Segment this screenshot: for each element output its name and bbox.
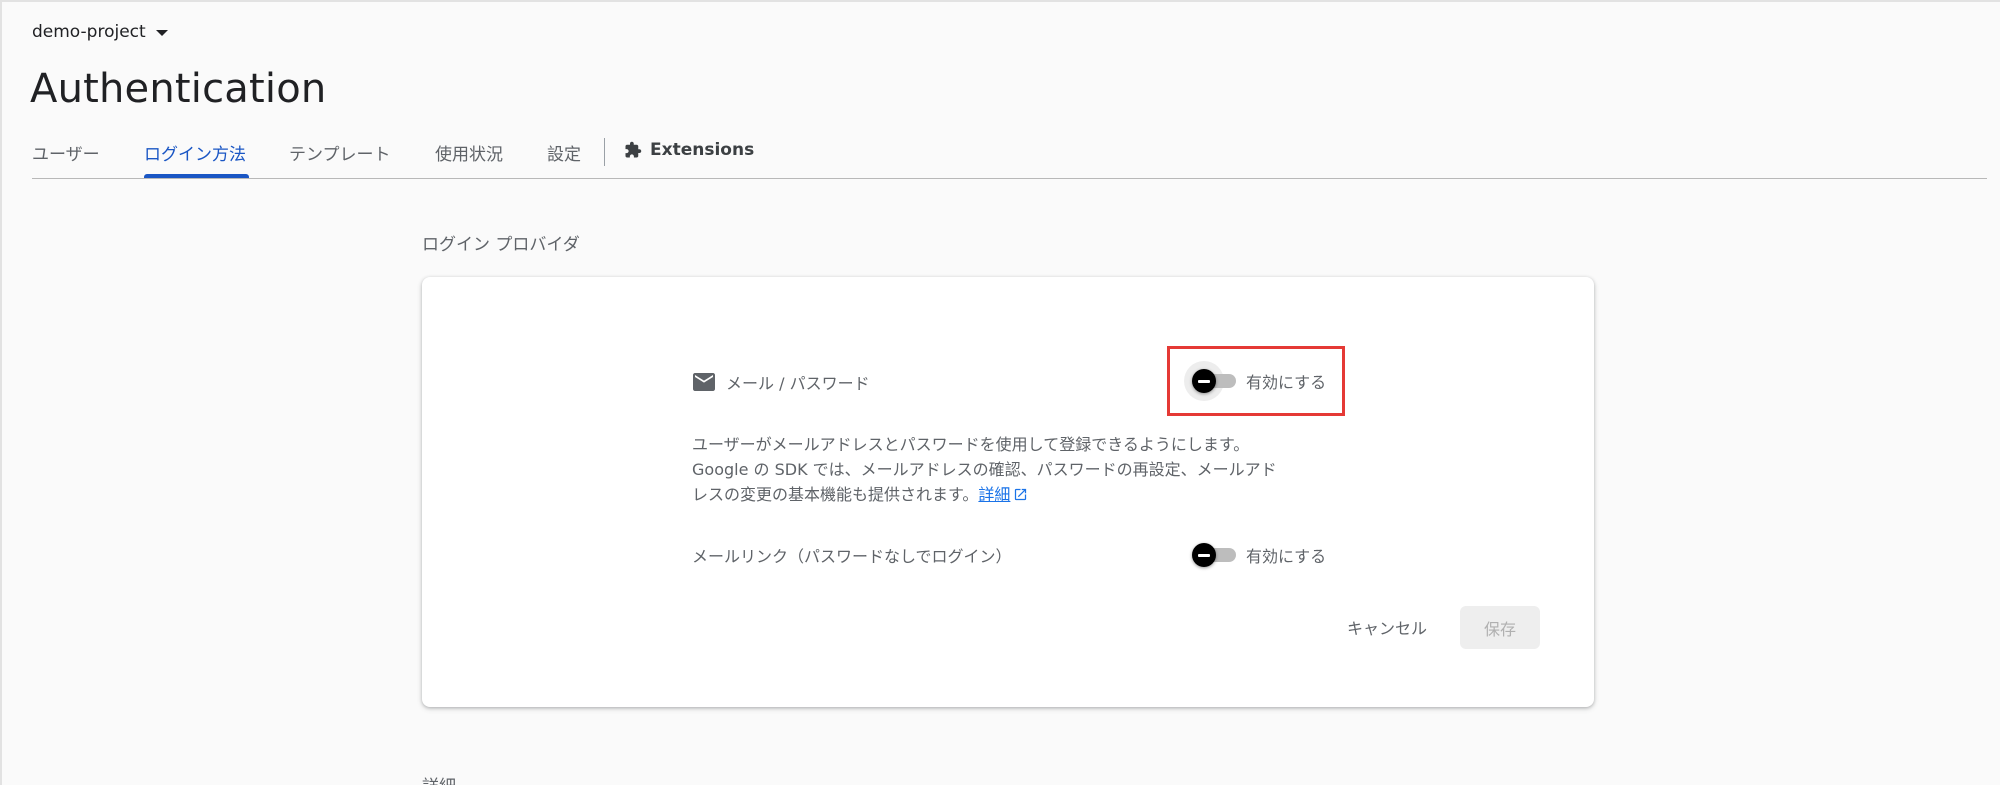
- learn-more-link-label: 詳細: [978, 485, 1011, 504]
- provider-header: メール / パスワード: [692, 370, 870, 394]
- tab-templates[interactable]: テンプレート: [289, 140, 391, 165]
- tab-divider: [604, 138, 605, 166]
- cancel-button[interactable]: キャンセル: [1332, 606, 1442, 648]
- toggle-label: 有効にする: [1246, 373, 1327, 392]
- active-tab-indicator: [144, 174, 249, 178]
- tab-bar: ユーザー ログイン方法 テンプレート 使用状況 設定 Extensions: [32, 132, 1987, 179]
- provider-name: メール / パスワード: [726, 374, 870, 393]
- sign-in-providers-heading: ログイン プロバイダ: [422, 235, 580, 255]
- project-name: demo-project: [32, 22, 146, 42]
- tab-sign-in-method[interactable]: ログイン方法: [144, 140, 246, 165]
- toggle-thumb: [1192, 543, 1216, 567]
- toggle-label: 有効にする: [1246, 547, 1327, 566]
- chevron-down-icon: [155, 30, 168, 36]
- tab-users[interactable]: ユーザー: [32, 140, 100, 165]
- tab-extensions-label: Extensions: [650, 140, 755, 160]
- puzzle-piece-icon: [625, 141, 642, 158]
- page-title: Authentication: [30, 66, 327, 112]
- toggle-switch[interactable]: [1192, 543, 1238, 567]
- provider-config-card: メール / パスワード 有効にする ユーザーがメールアドレスとパスワードを使用し…: [422, 277, 1594, 707]
- email-link-label: メールリンク（パスワードなしでログイン）: [692, 547, 1012, 566]
- description-line: レスの変更の基本機能も提供されます。: [692, 485, 979, 504]
- project-selector[interactable]: demo-project: [32, 22, 168, 42]
- open-in-new-icon[interactable]: [1013, 487, 1028, 502]
- toggle-switch[interactable]: [1184, 361, 1238, 401]
- page: demo-project Authentication ユーザー ログイン方法 …: [0, 0, 2000, 785]
- description-line: Google の SDK では、メールアドレスの確認、パスワードの再設定、メール…: [692, 460, 1277, 479]
- enable-email-link-toggle[interactable]: 有効にする: [1192, 543, 1326, 567]
- toggle-thumb: [1192, 369, 1216, 393]
- provider-description: ユーザーがメールアドレスとパスワードを使用して登録できるようにします。 Goog…: [692, 432, 1332, 507]
- enable-email-password-toggle[interactable]: 有効にする: [1184, 361, 1327, 401]
- description-line: ユーザーがメールアドレスとパスワードを使用して登録できるようにします。: [692, 435, 1250, 454]
- save-button[interactable]: 保存: [1460, 606, 1540, 649]
- learn-more-link[interactable]: 詳細: [978, 485, 1010, 504]
- details-heading: 詳細: [422, 772, 456, 785]
- tab-settings[interactable]: 設定: [547, 140, 581, 165]
- description-line-last: レスの変更の基本機能も提供されます。詳細: [692, 482, 1332, 507]
- tab-extensions[interactable]: Extensions: [624, 140, 754, 160]
- tab-usage[interactable]: 使用状況: [435, 140, 503, 165]
- mail-icon: [693, 373, 715, 391]
